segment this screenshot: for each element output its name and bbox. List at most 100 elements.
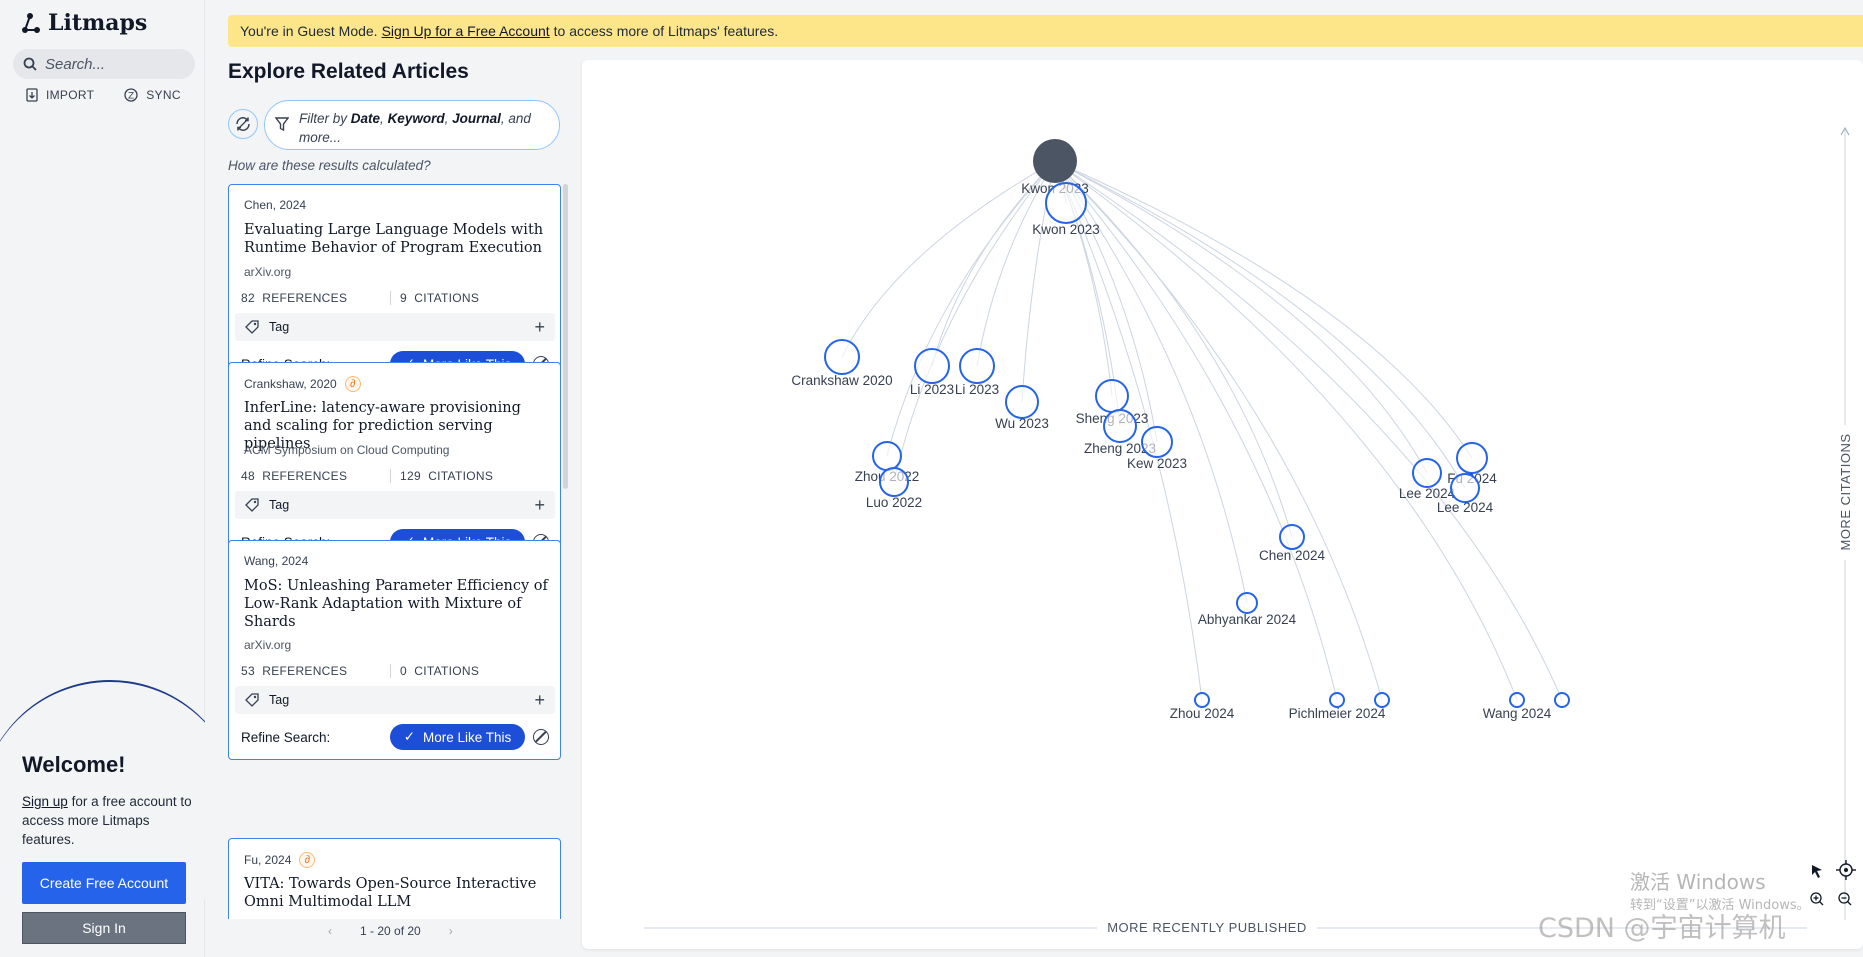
card-stats: 82 REFERENCES 9 CITATIONS (241, 291, 549, 305)
tag-row[interactable]: Tag + (235, 686, 555, 714)
article-node-label: Li 2023 (955, 382, 999, 397)
article-card[interactable]: Fu, 2024 ∂ VITA: Towards Open-Source Inte… (228, 838, 561, 919)
create-account-button[interactable]: Create Free Account (22, 862, 186, 904)
article-node[interactable] (1374, 692, 1390, 708)
article-node[interactable] (1450, 473, 1480, 503)
seed-article-node[interactable] (1033, 139, 1077, 183)
card-meta: Chen, 2024 (244, 198, 306, 212)
card-title[interactable]: VITA: Towards Open-Source Interactive Om… (244, 875, 549, 911)
pointer-tool-icon[interactable] (1812, 865, 1822, 878)
prev-page-icon[interactable]: ‹ (328, 924, 332, 938)
article-list: Chen, 2024 Evaluating Large Language Mod… (228, 184, 561, 919)
article-node-label: Li 2023 (910, 382, 954, 397)
next-page-icon[interactable]: › (449, 924, 453, 938)
graph-canvas[interactable]: Kwon 2023Kwon 2023Crankshaw 2020Li 2023L… (582, 60, 1863, 949)
article-node[interactable] (1103, 409, 1137, 443)
banner-suffix: to access more of Litmaps' features. (553, 23, 779, 39)
article-node-label: Kew 2023 (1127, 456, 1187, 471)
list-scrollbar[interactable] (563, 184, 568, 489)
litmaps-logo-icon (22, 13, 40, 33)
article-node[interactable] (872, 441, 902, 471)
check-icon: ✓ (403, 729, 415, 744)
filter-date: Date (350, 111, 381, 126)
card-meta: Fu, 2024 ∂ (244, 852, 316, 868)
import-icon (26, 88, 38, 102)
tag-label: Tag (269, 320, 290, 334)
card-references: 48 REFERENCES (241, 469, 348, 483)
tag-row[interactable]: Tag + (235, 313, 555, 341)
card-stats: 53 REFERENCES 0 CITATIONS (241, 664, 549, 678)
article-node-label: Kwon 2023 (1032, 222, 1100, 237)
article-node-label: Luo 2022 (866, 495, 922, 510)
signup-link[interactable]: Sign up (22, 794, 68, 809)
article-node[interactable] (959, 348, 995, 384)
refresh-button[interactable] (228, 109, 258, 139)
article-node[interactable] (1141, 426, 1173, 458)
add-tag-icon[interactable]: + (534, 495, 545, 516)
article-node-label: Chen 2024 (1259, 548, 1326, 563)
card-title[interactable]: MoS: Unleashing Parameter Efficiency of … (244, 577, 549, 631)
filter-prefix: Filter by (299, 111, 348, 126)
logo[interactable]: Litmaps (20, 10, 147, 36)
article-node[interactable] (824, 339, 860, 375)
article-card[interactable]: Wang, 2024 MoS: Unleashing Parameter Eff… (228, 540, 561, 760)
side-actions: IMPORT Z SYNC (26, 88, 181, 102)
article-node[interactable] (879, 467, 909, 497)
sync-label: SYNC (146, 88, 181, 102)
article-node[interactable] (1509, 692, 1525, 708)
tag-icon (245, 693, 259, 707)
pager-text: 1 - 20 of 20 (360, 924, 421, 938)
search-input[interactable]: Search... (13, 49, 195, 79)
calc-link[interactable]: How are these results calculated? (228, 158, 431, 173)
pager: ‹ 1 - 20 of 20 › (328, 924, 453, 938)
article-node-label: Zhou 2024 (1170, 706, 1235, 721)
citation-graph[interactable]: Kwon 2023Kwon 2023Crankshaw 2020Li 2023L… (582, 60, 1863, 949)
article-card[interactable]: Crankshaw, 2020 ∂ InferLine: latency-awar… (228, 362, 561, 565)
banner-prefix: You're in Guest Mode. (240, 23, 378, 39)
import-label: IMPORT (46, 88, 95, 102)
add-tag-icon[interactable]: + (534, 690, 545, 711)
banner-signup-link[interactable]: Sign Up for a Free Account (382, 23, 550, 39)
search-placeholder: Search... (45, 55, 106, 73)
import-button[interactable]: IMPORT (26, 88, 94, 102)
citation-edge (893, 160, 1056, 483)
card-venue: arXiv.org (244, 638, 292, 652)
article-node[interactable] (914, 348, 950, 384)
recenter-icon[interactable] (1836, 860, 1856, 880)
article-node[interactable] (1045, 182, 1087, 224)
sign-in-button[interactable]: Sign In (22, 912, 186, 944)
article-node[interactable] (1456, 442, 1488, 474)
sync-button[interactable]: Z SYNC (124, 88, 181, 102)
article-node[interactable] (1005, 385, 1039, 419)
article-node[interactable] (1236, 592, 1258, 614)
card-references: 53 REFERENCES (241, 664, 348, 678)
y-axis-label: MORE CITATIONS (1838, 433, 1853, 550)
tag-label: Tag (269, 498, 290, 512)
exclude-icon[interactable] (533, 729, 549, 745)
activate-windows-title: 激活 Windows (1630, 870, 1766, 894)
filter-input[interactable]: Filter by Date, Keyword, Journal, and mor… (264, 100, 560, 150)
article-node-label: Pichlmeier 2024 (1289, 706, 1386, 721)
article-node[interactable] (1554, 692, 1570, 708)
article-node[interactable] (1412, 458, 1442, 488)
article-node[interactable] (1279, 524, 1305, 550)
more-like-this-button[interactable]: ✓ More Like This (390, 724, 525, 750)
card-citations: 129 CITATIONS (390, 469, 549, 483)
article-node-label: Crankshaw 2020 (791, 373, 892, 388)
add-tag-icon[interactable]: + (534, 317, 545, 338)
article-card[interactable]: Chen, 2024 Evaluating Large Language Mod… (228, 184, 561, 387)
guest-banner: You're in Guest Mode. Sign Up for a Free… (228, 15, 1863, 47)
refine-row: Refine Search: ✓ More Like This (241, 724, 549, 750)
tag-label: Tag (269, 693, 290, 707)
open-access-icon: ∂ (299, 852, 316, 868)
refine-label: Refine Search: (241, 729, 331, 745)
card-title[interactable]: Evaluating Large Language Models with Ru… (244, 221, 549, 257)
panel-title: Explore Related Articles (228, 60, 469, 83)
article-node[interactable] (1194, 692, 1210, 708)
svg-text:Z: Z (128, 92, 134, 102)
article-node[interactable] (1095, 379, 1129, 413)
article-node[interactable] (1329, 692, 1345, 708)
tag-row[interactable]: Tag + (235, 491, 555, 519)
card-citations: 0 CITATIONS (390, 664, 549, 678)
zoom-in-icon[interactable] (1810, 892, 1824, 906)
